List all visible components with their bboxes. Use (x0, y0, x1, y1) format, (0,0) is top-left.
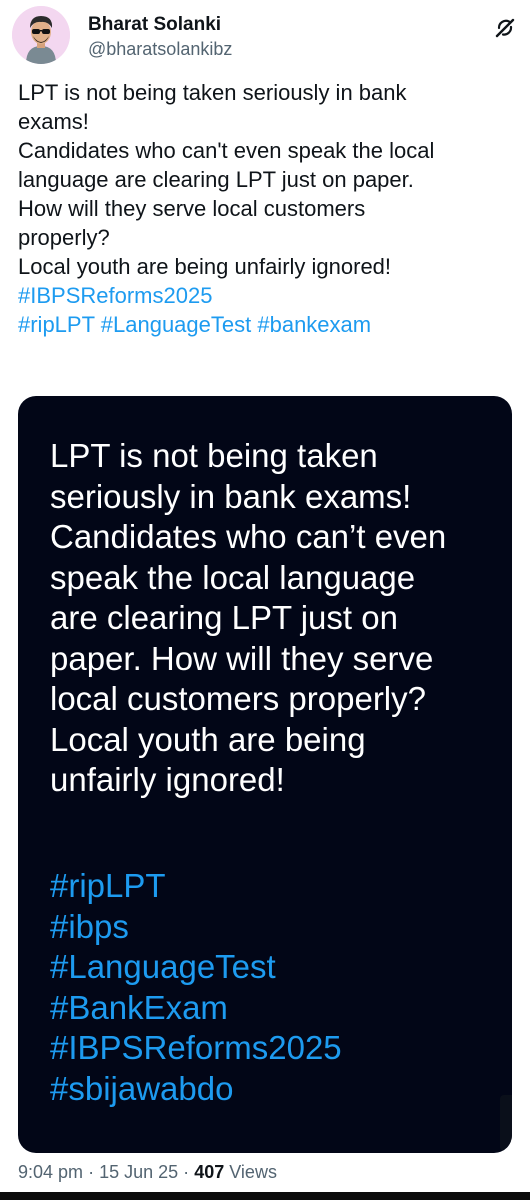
hashtag-link[interactable]: #LanguageTest (101, 312, 251, 337)
tweet-meta: 9:04 pm · 15 Jun 25 · 407 Views (18, 1160, 277, 1184)
media-hashtag: #IBPSReforms2025 (50, 1029, 342, 1066)
tweet-text-line: Candidates who can't even speak the loca… (18, 138, 435, 163)
media-hashtag: #LanguageTest (50, 948, 276, 985)
tweet-detail-page: Bharat Solanki @bharatsolankibz LPT is n… (0, 0, 530, 1200)
views-count[interactable]: 407 (194, 1162, 224, 1182)
media-hashtag: #ripLPT (50, 867, 166, 904)
media-hashtag: #sbijawabdo (50, 1069, 234, 1107)
cartoon-avatar-icon (12, 6, 70, 64)
tweet-text-line: language are clearing LPT just on paper. (18, 167, 414, 192)
author-name[interactable]: Bharat Solanki (88, 14, 221, 36)
author-handle[interactable]: @bharatsolankibz (88, 38, 232, 60)
media-text-line: LPT is not being taken (50, 437, 378, 474)
media-hashtags: #ripLPT #ibps #LanguageTest #BankExam #I… (50, 866, 500, 1109)
tweet-date[interactable]: 15 Jun 25 (99, 1162, 178, 1182)
hashtag-link[interactable]: #bankexam (257, 312, 371, 337)
tweet-text-line: LPT is not being taken seriously in bank (18, 80, 407, 105)
hashtag-line: #IBPSReforms2025 (18, 281, 518, 310)
media-text-line: seriously in bank exams! (50, 477, 412, 515)
meta-separator: · (183, 1162, 190, 1182)
tweet-text: LPT is not being taken seriously in bank… (18, 78, 518, 339)
media-hashtag: #BankExam (50, 988, 228, 1026)
tweet-text-line: properly? (18, 225, 110, 250)
bottom-divider (0, 1192, 530, 1200)
views-label[interactable]: Views (229, 1162, 277, 1182)
media-text-line: speak the local language (50, 558, 416, 596)
hashtag-line: #ripLPT #LanguageTest #bankexam (18, 310, 518, 339)
tweet-text-line: exams! (18, 109, 89, 134)
media-edge-decoration (500, 1095, 512, 1151)
meta-separator: · (88, 1162, 95, 1182)
media-text-line: unfairly ignored! (50, 761, 285, 798)
media-hashtag: #ibps (50, 907, 129, 945)
media-text-line: are clearing LPT just on (50, 599, 398, 636)
media-text-line: local customers properly? (50, 680, 426, 717)
tweet-header: Bharat Solanki @bharatsolankibz (12, 6, 518, 64)
grok-icon (495, 18, 515, 38)
media-text-line: Local youth are being (50, 720, 366, 758)
media-text-line: Candidates who can’t even (50, 518, 447, 555)
avatar[interactable] (12, 6, 70, 64)
tweet-media-image[interactable]: LPT is not being taken seriously in bank… (18, 396, 512, 1153)
media-text: LPT is not being taken seriously in bank… (50, 436, 500, 801)
tweet-text-line: Local youth are being unfairly ignored! (18, 254, 392, 279)
tweet-text-line: How will they serve local customers (18, 196, 366, 221)
media-text-line: paper. How will they serve (50, 639, 434, 677)
tweet-time[interactable]: 9:04 pm (18, 1162, 83, 1182)
hashtag-link[interactable]: #IBPSReforms2025 (18, 283, 212, 308)
grok-button[interactable] (492, 15, 518, 41)
hashtag-link[interactable]: #ripLPT (18, 312, 95, 337)
